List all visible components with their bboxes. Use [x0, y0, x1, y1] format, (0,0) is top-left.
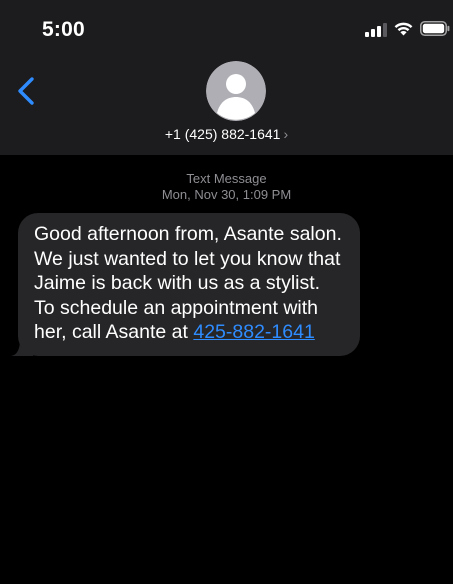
back-button[interactable] [14, 74, 42, 110]
message-timestamp: Mon, Nov 30, 1:09 PM [161, 187, 292, 202]
chevron-right-icon: › [283, 126, 289, 142]
status-bar: 5:00 [0, 0, 453, 60]
contact-number-button[interactable]: +1 (425) 882-1641 › [0, 126, 453, 142]
status-time: 5:00 [42, 18, 85, 41]
contact-avatar[interactable] [206, 61, 266, 121]
message-type: Text Message [186, 171, 267, 186]
message-meta: Text Message Mon, Nov 30, 1:09 PM [0, 171, 453, 203]
cellular-signal-icon [365, 23, 387, 37]
message-list: Good afternoon from, Asante salon. We ju… [11, 213, 360, 356]
wifi-icon [394, 22, 413, 36]
incoming-message-bubble[interactable]: Good afternoon from, Asante salon. We ju… [18, 213, 360, 356]
phone-number-link[interactable]: 425-882-1641 [193, 321, 314, 343]
chevron-left-icon [18, 77, 34, 105]
battery-icon [420, 21, 450, 36]
conversation-header: 5:00 +1 (425) 882-1641 › [0, 0, 453, 155]
contact-number: +1 (425) 882-1641 [164, 126, 281, 142]
